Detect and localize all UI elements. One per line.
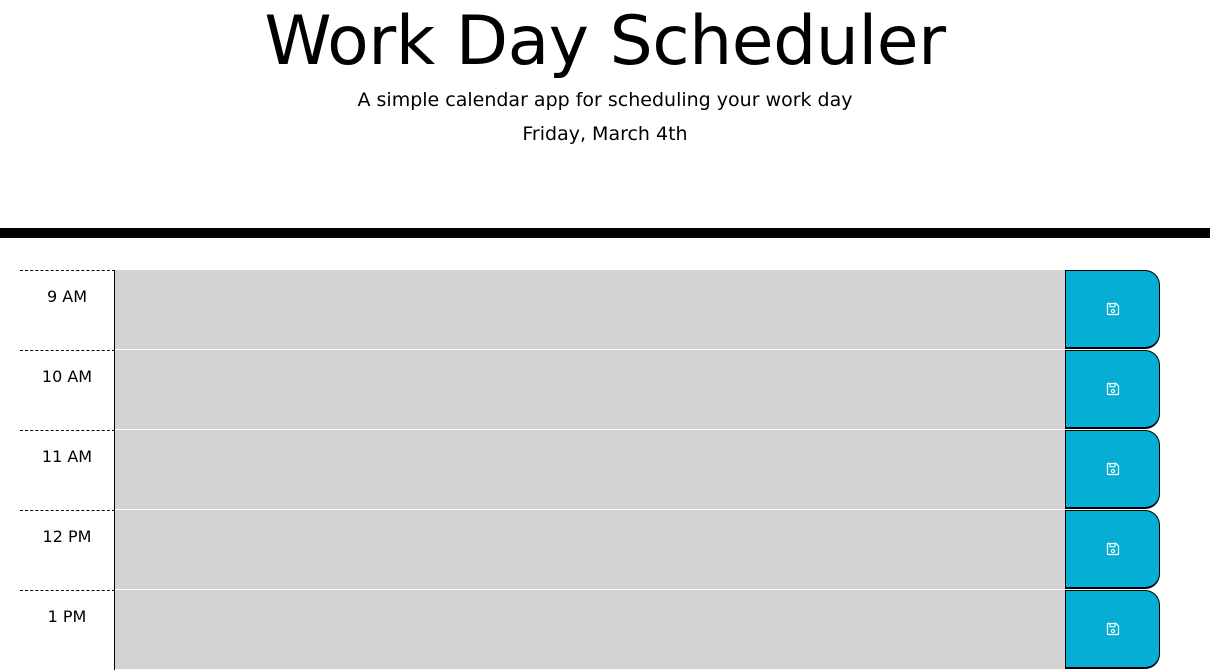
event-description-input[interactable] xyxy=(115,590,1065,670)
save-button[interactable] xyxy=(1065,350,1160,429)
floppy-disk-icon xyxy=(1106,302,1119,316)
hour-label: 1 PM xyxy=(20,590,115,670)
hour-label: 12 PM xyxy=(20,510,115,590)
hour-label: 10 AM xyxy=(20,350,115,430)
event-description-input[interactable] xyxy=(115,430,1065,510)
time-block-1pm: 1 PM xyxy=(20,590,1160,670)
floppy-disk-icon xyxy=(1106,622,1119,636)
page-subtitle: A simple calendar app for scheduling you… xyxy=(357,89,853,111)
save-button[interactable] xyxy=(1065,430,1160,509)
page-title: Work Day Scheduler xyxy=(264,2,946,81)
save-button[interactable] xyxy=(1065,270,1160,349)
floppy-disk-icon xyxy=(1106,542,1119,556)
floppy-disk-icon xyxy=(1106,462,1119,476)
current-day: Friday, March 4th xyxy=(522,123,688,145)
event-description-input[interactable] xyxy=(115,350,1065,430)
floppy-disk-icon xyxy=(1106,382,1119,396)
page-header: Work Day Scheduler A simple calendar app… xyxy=(0,0,1210,238)
time-block-9am: 9 AM xyxy=(20,270,1160,350)
time-block-12pm: 12 PM xyxy=(20,510,1160,590)
save-button[interactable] xyxy=(1065,510,1160,589)
save-button[interactable] xyxy=(1065,590,1160,669)
schedule-container: 9 AM 10 AM 11 AM 12 PM 1 PM xyxy=(20,270,1160,670)
time-block-11am: 11 AM xyxy=(20,430,1160,510)
time-block-10am: 10 AM xyxy=(20,350,1160,430)
hour-label: 11 AM xyxy=(20,430,115,510)
event-description-input[interactable] xyxy=(115,270,1065,350)
hour-label: 9 AM xyxy=(20,270,115,350)
event-description-input[interactable] xyxy=(115,510,1065,590)
